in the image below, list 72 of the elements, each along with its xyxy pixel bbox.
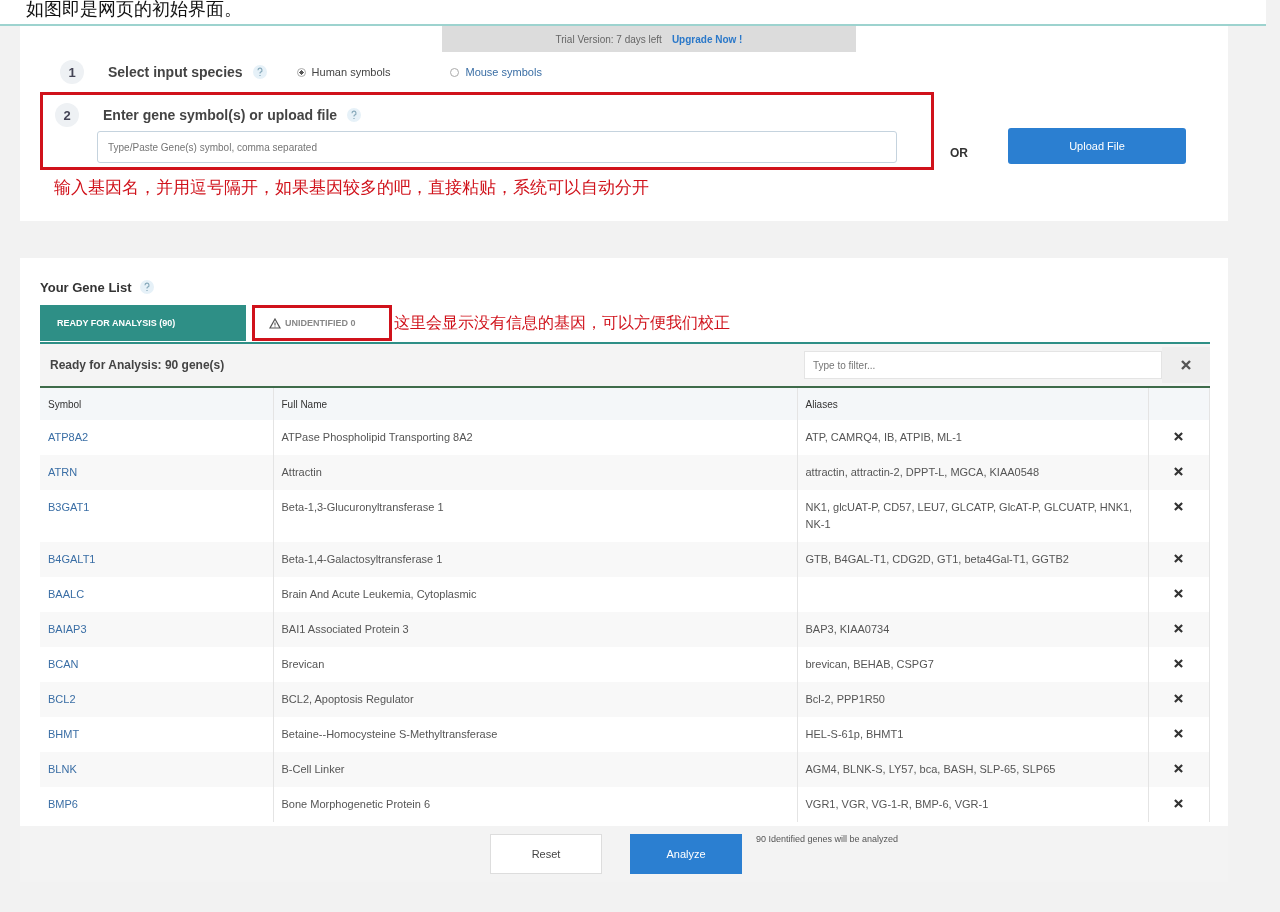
radio-option[interactable]: Human symbols [296, 66, 391, 78]
tab[interactable]: UNIDENTIFIED 0 [252, 305, 392, 341]
or-text: OR [950, 146, 968, 160]
full-name-cell: BAI1 Associated Protein 3 [281, 623, 409, 635]
full-name-cell: Beta-1,4-Galactosyltransferase 1 [281, 553, 443, 565]
reset-button[interactable]: Reset [490, 834, 602, 874]
full-name-cell: ATPase Phospholipid Transporting 8A2 [281, 431, 473, 443]
annotation-text: 输入基因名，并用逗号隔开，如果基因较多的吧，直接粘贴，系统可以自动分开 [54, 176, 650, 199]
gene-symbol-link[interactable]: BCL2 [48, 693, 76, 705]
radio-option[interactable]: Mouse symbols [450, 66, 542, 78]
remove-icon[interactable] [1174, 502, 1184, 511]
caption-text: 如图即是网页的初始界面。 [0, 0, 1266, 26]
aliases-cell: AGM4, BLNK-S, LY57, bca, BASH, SLP-65, SLP65 [805, 763, 1056, 775]
gene-symbol-link[interactable]: B4GALT1 [48, 553, 96, 565]
aliases-cell: attractin, attractin-2, DPPT-L, MGCA, KIAA0548 [805, 466, 1040, 478]
list-heading: Ready for Analysis: 90 gene(s) [50, 358, 226, 372]
gene-input-field[interactable]: Type/Paste Gene(s) symbol, comma separated [97, 131, 897, 163]
full-name-cell: Betaine--Homocysteine S-Methyltransferase [281, 728, 498, 740]
aliases-cell: BAP3, KIAA0734 [805, 623, 890, 635]
aliases-cell: VGR1, VGR, VG-1-R, BMP-6, VGR-1 [805, 798, 989, 810]
full-name-cell: BCL2, Apoptosis Regulator [281, 693, 414, 705]
full-name-cell: B-Cell Linker [281, 763, 345, 775]
remove-icon[interactable] [1174, 694, 1184, 703]
full-name-cell: Brain And Acute Leukemia, Cytoplasmic [281, 588, 477, 600]
remove-icon[interactable] [1174, 624, 1184, 633]
full-name-cell: Brevican [281, 658, 325, 670]
gene-symbol-link[interactable]: BAALC [48, 588, 85, 600]
full-name-cell: Bone Morphogenetic Protein 6 [281, 798, 431, 810]
aliases-cell: GTB, B4GAL-T1, CDG2D, GT1, beta4Gal-T1, GGTB2 [805, 553, 1069, 565]
tab[interactable]: READY FOR ANALYSIS (90) [40, 305, 246, 341]
gene-symbol-link[interactable]: ATRN [48, 466, 78, 478]
step-label: Select input species [108, 64, 243, 80]
aliases-cell: brevican, BEHAB, CSPG7 [805, 658, 934, 670]
warning-icon [269, 317, 281, 329]
gene-symbol-link[interactable]: BHMT [48, 728, 80, 740]
aliases-cell: HEL-S-61p, BHMT1 [805, 728, 904, 740]
upgrade-link[interactable]: Upgrade Now ! [671, 33, 743, 45]
aliases-cell: Bcl-2, PPP1R50 [805, 693, 885, 705]
analyze-button[interactable]: Analyze [630, 834, 742, 874]
clear-button[interactable] [1162, 347, 1210, 383]
aliases-cell: NK1, glcUAT-P, CD57, LEU7, GLCATP, GlcAT-P, GLCUATP, HNK1, NK-1 [805, 501, 1133, 530]
step-number: 1 [60, 60, 84, 84]
gene-symbol-link[interactable]: BAIAP3 [48, 623, 87, 635]
remove-icon[interactable] [1174, 432, 1184, 441]
gene-symbol-link[interactable]: BMP6 [48, 798, 78, 810]
radio-icon[interactable] [296, 67, 306, 77]
gene-symbol-link[interactable]: BCAN [48, 658, 79, 670]
close-icon [1181, 359, 1191, 370]
gene-symbol-link[interactable]: B3GAT1 [48, 501, 90, 513]
step-number: 2 [55, 103, 79, 127]
remove-icon[interactable] [1174, 467, 1184, 476]
footer-note: 90 Identified genes will be analyzed [756, 834, 899, 844]
filter-field[interactable]: Type to filter... [804, 351, 1162, 379]
remove-icon[interactable] [1174, 659, 1184, 668]
gene-list-title: Your Gene List [40, 279, 132, 295]
full-name-cell: Attractin [281, 466, 322, 478]
upload-file-button[interactable]: Upload File [1008, 128, 1186, 164]
remove-icon[interactable] [1174, 554, 1184, 563]
column-header: Aliases [797, 388, 1148, 420]
remove-icon[interactable] [1174, 764, 1184, 773]
full-name-cell: Beta-1,3-Glucuronyltransferase 1 [281, 501, 444, 513]
trial-text: Trial Version: 7 days left [555, 33, 662, 45]
step-label: Enter gene symbol(s) or upload file [103, 107, 338, 123]
aliases-cell: ATP, CAMRQ4, IB, ATPIB, ML-1 [805, 431, 962, 443]
column-header: Full Name [273, 388, 797, 420]
remove-icon[interactable] [1174, 799, 1184, 808]
column-header: Symbol [40, 388, 273, 420]
remove-icon[interactable] [1174, 729, 1184, 738]
gene-symbol-link[interactable]: BLNK [48, 763, 77, 775]
remove-icon[interactable] [1174, 589, 1184, 598]
annotation-text: 这里会显示没有信息的基因，可以方便我们校正 [394, 312, 730, 334]
gene-symbol-link[interactable]: ATP8A2 [48, 431, 89, 443]
